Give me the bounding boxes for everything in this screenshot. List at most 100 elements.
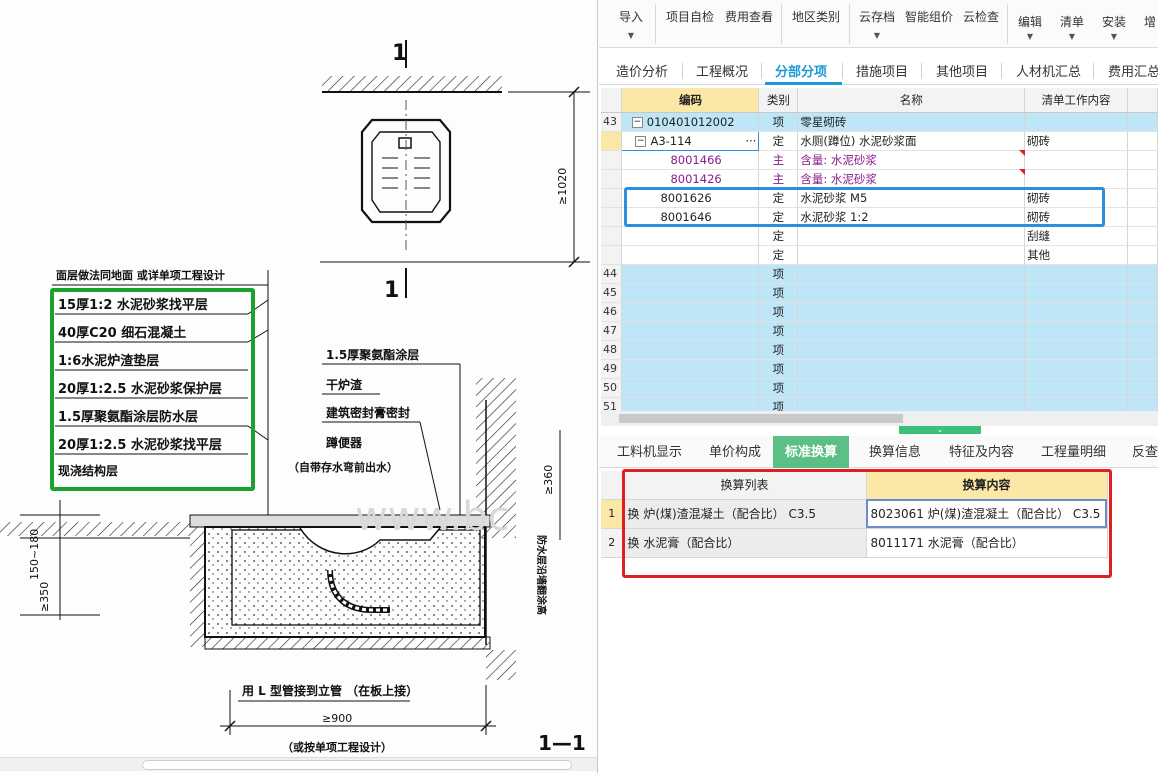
work-cell[interactable]: [1024, 378, 1129, 398]
name-cell[interactable]: 零星砌砖: [797, 112, 1026, 132]
work-cell[interactable]: 砌砖: [1024, 207, 1129, 227]
conversion-list-cell[interactable]: 换 水泥膏（配合比）: [623, 528, 867, 558]
work-cell[interactable]: 刮缝: [1024, 226, 1129, 246]
region-button[interactable]: 地区类别: [792, 8, 840, 25]
work-cell[interactable]: [1024, 340, 1129, 360]
type-cell[interactable]: 项: [758, 321, 799, 341]
table-row[interactable]: 46 项: [601, 302, 1158, 322]
smart-pricing-button[interactable]: 智能组价: [905, 8, 953, 25]
column-header-conversion-content[interactable]: 换算内容: [866, 471, 1108, 500]
code-cell[interactable]: [621, 283, 760, 303]
tab-material-display[interactable]: 工料机显示: [605, 436, 694, 468]
table-row[interactable]: 50 项: [601, 378, 1158, 398]
work-cell[interactable]: [1024, 302, 1129, 322]
name-cell[interactable]: [797, 226, 1026, 246]
table-row[interactable]: 2 换 水泥膏（配合比） 8011171 水泥膏（配合比）: [601, 528, 1108, 558]
code-cell[interactable]: [621, 340, 760, 360]
item-grid[interactable]: 编码 类别 名称 清单工作内容 43 −010401012002 项 零星砌砖: [601, 88, 1158, 414]
table-row[interactable]: 47 项: [601, 321, 1158, 341]
conversion-table[interactable]: 换算列表 换算内容 1 换 炉(煤)渣混凝土（配合比） C3.5 8023061…: [601, 471, 1108, 558]
name-cell[interactable]: [797, 245, 1026, 265]
cloud-save-button[interactable]: 云存档 ▼: [859, 8, 895, 40]
name-cell[interactable]: [797, 378, 1026, 398]
table-row[interactable]: 8001426 主 含量: 水泥砂浆: [601, 169, 1158, 189]
collapse-icon[interactable]: −: [631, 116, 643, 128]
tab-measures[interactable]: 措施项目: [856, 61, 908, 80]
name-cell[interactable]: 水厕(蹲位) 水泥砂浆面: [797, 131, 1026, 151]
name-cell[interactable]: [797, 302, 1026, 322]
work-cell[interactable]: [1024, 359, 1129, 379]
type-cell[interactable]: 项: [758, 112, 799, 132]
tab-fee-summary[interactable]: 费用汇总: [1108, 61, 1158, 80]
table-row[interactable]: 8001466 主 含量: 水泥砂浆: [601, 150, 1158, 170]
code-cell[interactable]: − A3-114 ···: [621, 130, 760, 151]
table-row[interactable]: 43 −010401012002 项 零星砌砖: [601, 112, 1158, 132]
tab-sub-items[interactable]: 分部分项: [775, 61, 827, 80]
type-cell[interactable]: 定: [758, 131, 799, 151]
table-row[interactable]: 48 项: [601, 340, 1158, 360]
type-cell[interactable]: 项: [758, 340, 799, 360]
type-cell[interactable]: 主: [758, 150, 799, 170]
tab-features[interactable]: 特征及内容: [937, 436, 1026, 468]
type-cell[interactable]: 主: [758, 169, 799, 189]
column-header-code[interactable]: 编码: [621, 88, 760, 113]
code-cell[interactable]: 8001426: [621, 169, 760, 189]
table-row[interactable]: 8001626 定 水泥砂浆 M5 砌砖: [601, 188, 1158, 208]
work-cell[interactable]: [1024, 321, 1129, 341]
work-cell[interactable]: [1024, 283, 1129, 303]
table-row[interactable]: − A3-114 ··· 定 水厕(蹲位) 水泥砂浆面 砌砖: [601, 130, 1158, 151]
work-cell[interactable]: [1024, 169, 1129, 189]
type-cell[interactable]: 项: [758, 378, 799, 398]
tab-conversion-info[interactable]: 换算信息: [857, 436, 933, 468]
type-cell[interactable]: 项: [758, 264, 799, 284]
grid-horizontal-scrollbar[interactable]: [601, 411, 1158, 426]
table-row[interactable]: 定 其他: [601, 245, 1158, 265]
more-button[interactable]: ···: [745, 134, 756, 148]
work-cell[interactable]: 砌砖: [1024, 188, 1129, 208]
work-cell[interactable]: [1024, 112, 1129, 132]
tab-other-items[interactable]: 其他项目: [936, 61, 988, 80]
work-cell[interactable]: 其他: [1024, 245, 1129, 265]
tab-unit-price[interactable]: 单价构成: [697, 436, 773, 468]
table-row[interactable]: 44 项: [601, 264, 1158, 284]
conversion-content-cell[interactable]: 8023061 炉(煤)渣混凝土（配合比） C3.5: [866, 499, 1108, 529]
tab-resource-summary[interactable]: 人材机汇总: [1016, 61, 1081, 80]
code-cell[interactable]: [621, 245, 760, 265]
table-row[interactable]: 49 项: [601, 359, 1158, 379]
name-cell[interactable]: 水泥砂浆 M5: [797, 188, 1026, 208]
conversion-content-cell[interactable]: 8011171 水泥膏（配合比）: [866, 528, 1108, 558]
scrollbar-thumb[interactable]: [619, 414, 903, 423]
column-header-name[interactable]: 名称: [797, 88, 1026, 113]
name-cell[interactable]: 含量: 水泥砂浆: [797, 150, 1026, 170]
name-cell[interactable]: [797, 340, 1026, 360]
type-cell[interactable]: 项: [758, 283, 799, 303]
code-cell[interactable]: −010401012002: [621, 112, 760, 132]
code-cell[interactable]: [621, 302, 760, 322]
name-cell[interactable]: [797, 264, 1026, 284]
code-cell[interactable]: [621, 359, 760, 379]
work-cell[interactable]: [1024, 150, 1129, 170]
name-cell[interactable]: 含量: 水泥砂浆: [797, 169, 1026, 189]
work-cell[interactable]: 砌砖: [1024, 131, 1129, 151]
type-cell[interactable]: 定: [758, 245, 799, 265]
tab-quantity-detail[interactable]: 工程量明细: [1029, 436, 1118, 468]
table-row[interactable]: 8001646 定 水泥砂浆 1:2 砌砖: [601, 207, 1158, 227]
name-cell[interactable]: 水泥砂浆 1:2: [797, 207, 1026, 227]
cloud-check-button[interactable]: 云检查: [963, 8, 999, 25]
name-cell[interactable]: [797, 359, 1026, 379]
column-header-conversion-list[interactable]: 换算列表: [623, 471, 867, 500]
drawing-horizontal-scrollbar[interactable]: [0, 757, 597, 771]
code-cell[interactable]: 8001626: [621, 188, 760, 208]
code-cell[interactable]: [621, 264, 760, 284]
tab-cost-analysis[interactable]: 造价分析: [616, 61, 668, 80]
table-row[interactable]: 45 项: [601, 283, 1158, 303]
collapse-icon[interactable]: −: [635, 135, 647, 147]
name-cell[interactable]: [797, 321, 1026, 341]
type-cell[interactable]: 项: [758, 359, 799, 379]
code-cell[interactable]: 8001646: [621, 207, 760, 227]
code-cell[interactable]: 8001466: [621, 150, 760, 170]
tab-standard-conversion[interactable]: 标准换算: [773, 436, 850, 468]
list-button[interactable]: 清单 ▼: [1060, 13, 1084, 41]
type-cell[interactable]: 定: [758, 188, 799, 208]
type-cell[interactable]: 定: [758, 207, 799, 227]
